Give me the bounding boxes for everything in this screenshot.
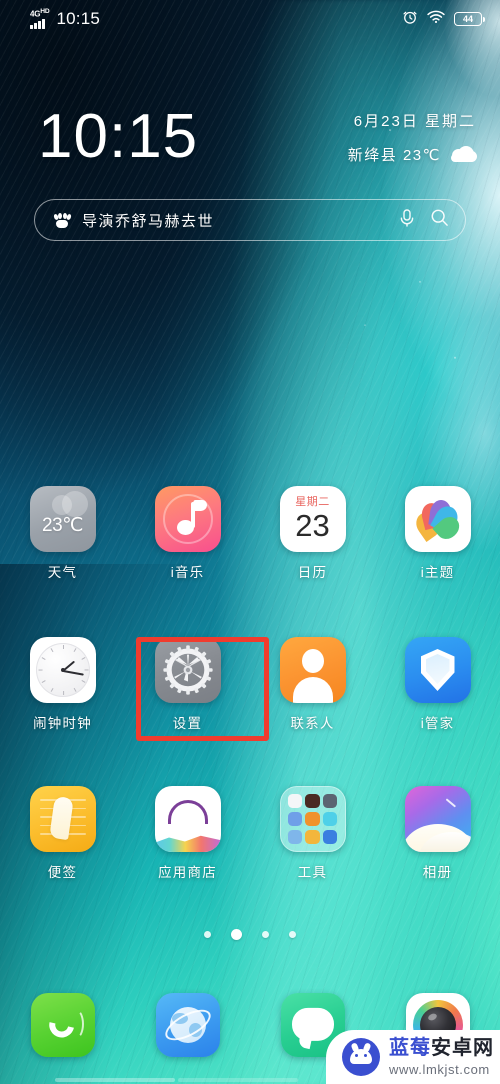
search-hot-query-text[interactable]: 导演乔舒马赫去世 [82,210,384,231]
app-i-manager[interactable]: i管家 [375,637,500,741]
weather-column: 6月23日 星期二 新绛县 23℃ [347,110,477,165]
calendar-icon[interactable]: 星期二 23 [279,486,346,552]
page-dot[interactable] [204,930,211,938]
status-bar-left: 4GHD 10:15 [30,7,101,30]
weather-icon-temp: 23℃ [42,514,83,536]
page-dot[interactable] [262,930,269,938]
clock-time: 10:15 [38,102,199,171]
app-store-icon[interactable] [154,786,221,852]
app-i-music[interactable]: i音乐 [125,486,250,590]
battery-icon: 44 [454,12,485,26]
app-label: 闹钟时钟 [33,716,92,731]
calendar-day-number: 23 [295,508,330,543]
phone-home-screen: 4GHD 10:15 44 10:15 6月23日 星期二 新绛县 23℃ 导演… [0,0,500,1084]
nav-gesture-bar-right [178,1078,298,1082]
folder-mini-icon [305,794,320,809]
app-label: 日历 [297,565,328,580]
page-dot[interactable] [289,930,296,938]
folder-mini-icon [323,794,338,809]
app-label: i主题 [420,565,455,580]
folder-mini-icon [287,811,302,827]
nav-gesture-bar-left [55,1078,175,1082]
app-tools-folder[interactable]: 工具 [250,786,375,890]
alarm-clock-app-icon[interactable] [29,637,96,703]
watermark-brand-dark: 安卓网 [431,1037,494,1059]
browser-globe-icon[interactable] [155,993,220,1057]
dock-app-phone[interactable] [0,985,125,1065]
dock-app-browser[interactable] [125,985,250,1065]
clock-weather-widget[interactable]: 10:15 6月23日 星期二 新绛县 23℃ [0,92,500,182]
folder-mini-icon [287,829,302,844]
music-icon[interactable] [154,486,221,552]
baidu-paw-icon [52,212,72,228]
app-row-1: 23℃ 天气 i音乐 星期二 23 日历 i主题 [0,486,500,590]
app-calendar[interactable]: 星期二 23 日历 [250,486,375,590]
folder-mini-icon [287,794,302,809]
watermark-text: 蓝莓安卓网 www.lmkjst.com [389,1038,494,1076]
app-notes[interactable]: 便签 [0,786,125,890]
folder-icon[interactable] [279,786,346,852]
app-label: 联系人 [290,716,335,731]
site-watermark: 蓝莓安卓网 www.lmkjst.com [326,1030,500,1084]
weather-location-temp: 新绛县 23℃ [347,146,441,164]
folder-mini-icon [323,829,338,844]
app-gallery[interactable]: 相册 [375,786,500,890]
weather-row: 新绛县 23℃ [347,144,477,165]
folder-mini-icon [323,811,338,827]
app-label: 相册 [422,865,453,880]
folder-mini-icon [305,811,320,827]
android-mascot-icon [342,1038,380,1076]
network-type-label: 4GHD [30,7,50,19]
microphone-icon[interactable] [398,208,416,233]
wifi-icon [427,10,445,29]
status-bar: 4GHD 10:15 44 [0,0,500,38]
status-bar-right: 44 [402,9,485,30]
weather-icon[interactable]: 23℃ [29,486,96,552]
watermark-brand: 蓝莓安卓网 [389,1038,494,1058]
widget-date-label: 6月23日 星期二 [353,112,476,130]
app-label: 应用商店 [158,865,217,880]
watermark-url: www.lmkjst.com [389,1062,490,1077]
watermark-brand-blue: 蓝莓 [389,1037,431,1059]
app-label: 工具 [297,865,328,880]
app-weather[interactable]: 23℃ 天气 [0,486,125,590]
battery-percent-label: 44 [462,13,473,24]
shield-manager-icon[interactable] [404,637,471,703]
page-dot-active[interactable] [231,928,242,940]
app-label: 天气 [47,565,78,580]
app-app-store[interactable]: 应用商店 [125,786,250,890]
app-label: i管家 [420,716,455,731]
page-indicator[interactable] [0,926,500,942]
app-alarm-clock[interactable]: 闹钟时钟 [0,637,125,741]
app-label: 便签 [47,865,78,880]
notes-icon[interactable] [29,786,96,852]
theme-icon[interactable] [404,486,471,552]
app-row-3: 便签 应用商店 工具 相册 [0,786,500,890]
phone-icon[interactable] [30,993,95,1057]
alarm-clock-icon [402,9,418,30]
app-label: i音乐 [170,565,205,580]
calendar-weekday: 星期二 [295,496,330,508]
folder-mini-icon [305,829,320,844]
signal-bars-icon [30,19,45,30]
gallery-icon[interactable] [404,786,471,852]
status-bar-time: 10:15 [56,9,101,29]
cellular-signal-icon: 4GHD [30,7,50,30]
contacts-icon[interactable] [279,637,346,703]
settings-highlight-box [136,637,269,741]
search-bar[interactable]: 导演乔舒马赫去世 [34,199,466,241]
cloud-icon [450,145,477,162]
magnifier-icon[interactable] [430,208,449,232]
app-i-theme[interactable]: i主题 [375,486,500,590]
